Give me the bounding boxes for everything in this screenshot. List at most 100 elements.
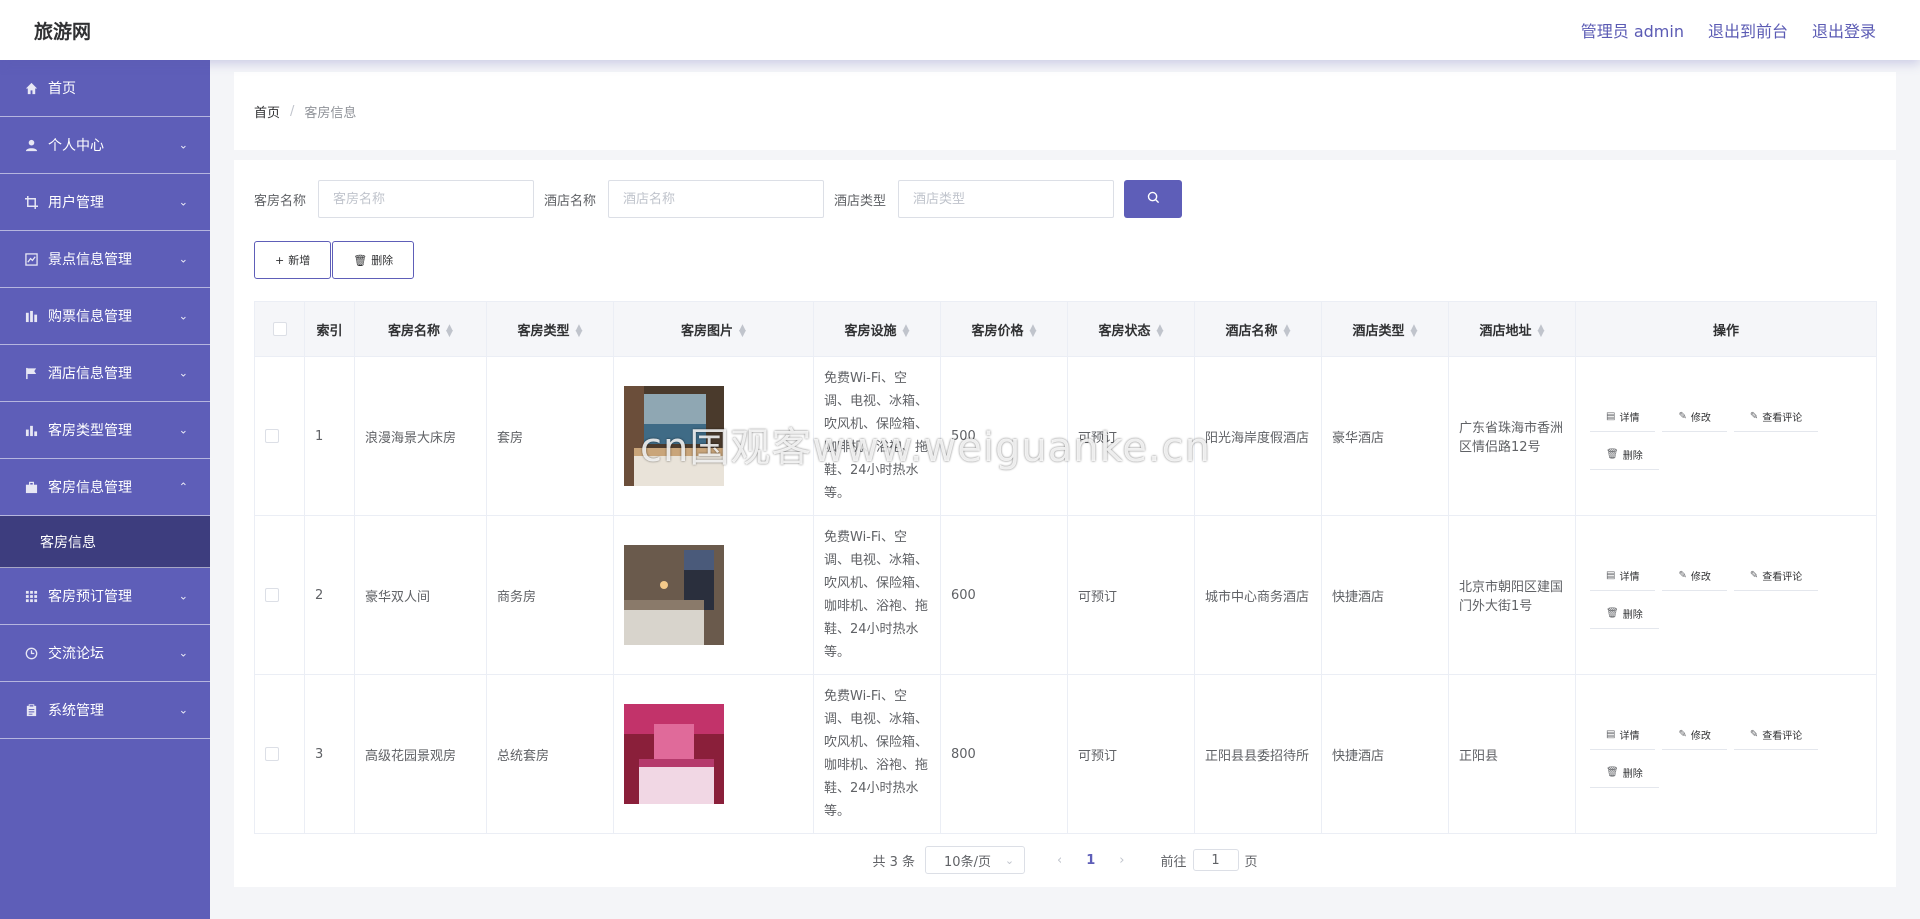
- room-table: 索引 客房名称 ▲ ▼ 客房类型 ▲ ▼ 客房图片 ▲ ▼ 客房设施 ▲ ▼ 客房价格 ▲ ▼ 客房…: [254, 301, 1877, 834]
- sidebar-item-home[interactable]: 首页: [0, 60, 210, 117]
- column-header[interactable]: 酒店地址 ▲ ▼: [1448, 301, 1576, 357]
- crop-icon: [24, 195, 38, 209]
- room-image[interactable]: [624, 545, 724, 645]
- breadcrumb-home[interactable]: 首页: [254, 102, 280, 121]
- sidebar-item-booking-management[interactable]: 客房预订管理 ⌄: [0, 568, 210, 625]
- room-type-cell: 套房: [486, 356, 614, 516]
- view-comments-button[interactable]: ✎ 查看评论: [1733, 720, 1819, 750]
- room-image[interactable]: [624, 704, 724, 804]
- chevron-down-icon: ⌄: [178, 309, 188, 323]
- search-button[interactable]: [1124, 180, 1183, 218]
- add-button-label: 新增: [288, 254, 311, 267]
- sidebar: 首页 个人中心 ⌄ 用户管理 ⌄ 景点信息管理 ⌄ 购票信息管理 ⌄ 酒店信息管…: [0, 60, 210, 919]
- column-header: 操作: [1575, 301, 1877, 357]
- sort-icon[interactable]: ▲ ▼: [1157, 324, 1164, 339]
- page-number[interactable]: 1: [1086, 853, 1095, 868]
- edit-icon: ✎: [1678, 729, 1687, 740]
- sidebar-item-room-type-management[interactable]: 客房类型管理 ⌄: [0, 402, 210, 459]
- address-cell: 广东省珠海市香洲区情侣路12号: [1448, 356, 1576, 516]
- hotel-type-input[interactable]: [898, 180, 1115, 218]
- edit-button[interactable]: ✎ 修改: [1662, 720, 1727, 750]
- view-comments-button[interactable]: ✎ 查看评论: [1733, 561, 1819, 591]
- column-header[interactable]: 客房设施 ▲ ▼: [813, 301, 941, 357]
- status-cell: 可预订: [1067, 674, 1195, 834]
- chevron-down-icon: ⌄: [178, 703, 188, 717]
- sidebar-item-forum[interactable]: 交流论坛 ⌄: [0, 625, 210, 682]
- edit-button[interactable]: ✎ 修改: [1662, 402, 1727, 432]
- column-header[interactable]: 客房状态 ▲ ▼: [1067, 301, 1195, 357]
- table-header-row: 索引 客房名称 ▲ ▼ 客房类型 ▲ ▼ 客房图片 ▲ ▼ 客房设施 ▲ ▼ 客房价格 ▲ ▼ 客房…: [254, 301, 1877, 357]
- facilities-cell: 免费Wi-Fi、空调、电视、冰箱、吹风机、保险箱、咖啡机、浴袍、拖鞋、24小时热…: [813, 356, 941, 516]
- sort-icon[interactable]: ▲ ▼: [1284, 324, 1291, 339]
- room-image[interactable]: [624, 386, 724, 486]
- room-name-label: 客房名称: [254, 193, 307, 209]
- sort-icon[interactable]: ▲ ▼: [1538, 324, 1545, 339]
- room-name-input[interactable]: [318, 180, 535, 218]
- plus-icon: +: [275, 253, 285, 267]
- submenu-item-room-info[interactable]: 客房信息: [0, 516, 210, 568]
- detail-button[interactable]: ▤ 详情: [1590, 720, 1656, 750]
- column-header[interactable]: 客房类型 ▲ ▼: [486, 301, 614, 357]
- sort-icon[interactable]: ▲ ▼: [576, 324, 583, 339]
- column-header[interactable]: 客房价格 ▲ ▼: [940, 301, 1068, 357]
- sidebar-item-label: 客房预订管理: [48, 589, 132, 605]
- sort-icon[interactable]: ▲ ▼: [903, 324, 910, 339]
- column-header[interactable]: 客房名称 ▲ ▼: [354, 301, 487, 357]
- detail-button[interactable]: ▤ 详情: [1590, 402, 1656, 432]
- trash-icon: 🗑: [1606, 767, 1619, 778]
- chevron-down-icon: ⌄: [178, 252, 188, 266]
- add-button[interactable]: + 新增: [254, 241, 332, 279]
- sidebar-item-room-info-management[interactable]: 客房信息管理 ⌃: [0, 459, 210, 516]
- column-header[interactable]: 客房图片 ▲ ▼: [613, 301, 814, 357]
- column-header[interactable]: 酒店名称 ▲ ▼: [1194, 301, 1322, 357]
- room-image-cell: [613, 356, 814, 516]
- sidebar-item-scenic-management[interactable]: 景点信息管理 ⌄: [0, 231, 210, 288]
- sidebar-item-system-management[interactable]: 系统管理 ⌄: [0, 682, 210, 739]
- detail-button[interactable]: ▤ 详情: [1590, 561, 1656, 591]
- facilities-cell: 免费Wi-Fi、空调、电视、冰箱、吹风机、保险箱、咖啡机、浴袍、拖鞋、24小时热…: [813, 515, 941, 675]
- hotel-name-cell: 阳光海岸度假酒店: [1194, 356, 1322, 516]
- goto-label: 前往: [1160, 854, 1187, 870]
- sidebar-item-label: 个人中心: [48, 138, 104, 154]
- trash-icon: 🗑: [1606, 608, 1619, 619]
- hotel-type-cell: 快捷酒店: [1321, 515, 1449, 675]
- row-checkbox[interactable]: [265, 588, 279, 602]
- prev-page-button[interactable]: ‹: [1057, 853, 1062, 868]
- sort-icon[interactable]: ▲ ▼: [1411, 324, 1418, 339]
- exit-to-front-link[interactable]: 退出到前台: [1708, 18, 1788, 42]
- hotel-name-input[interactable]: [608, 180, 825, 218]
- sort-icon[interactable]: ▲ ▼: [446, 324, 453, 339]
- sidebar-item-label: 客房信息管理: [48, 480, 132, 496]
- goto-page-input[interactable]: [1192, 849, 1239, 871]
- delete-button[interactable]: 🗑 删除: [1590, 440, 1659, 470]
- batch-delete-button[interactable]: 🗑 删除: [332, 241, 415, 279]
- sidebar-item-personal-center[interactable]: 个人中心 ⌄: [0, 117, 210, 174]
- chevron-down-icon: ⌄: [178, 366, 188, 380]
- breadcrumb: 首页 / 客房信息: [234, 72, 1896, 150]
- sidebar-item-ticket-management[interactable]: 购票信息管理 ⌄: [0, 288, 210, 345]
- breadcrumb-current: 客房信息: [304, 105, 357, 121]
- delete-button[interactable]: 🗑 删除: [1590, 599, 1659, 629]
- sidebar-item-user-management[interactable]: 用户管理 ⌄: [0, 174, 210, 231]
- page-size-select[interactable]: 10条/页 ⌄: [925, 846, 1026, 874]
- index-cell: 2: [304, 515, 355, 675]
- flag-icon: [24, 366, 38, 380]
- chevron-down-icon: ⌄: [178, 195, 188, 209]
- next-page-button[interactable]: ›: [1119, 853, 1124, 868]
- column-header[interactable]: 酒店类型 ▲ ▼: [1321, 301, 1449, 357]
- header-links: 管理员 admin 退出到前台 退出登录: [1581, 18, 1876, 42]
- admin-user-link[interactable]: 管理员 admin: [1581, 18, 1684, 42]
- delete-button[interactable]: 🗑 删除: [1590, 758, 1659, 788]
- sort-icon[interactable]: ▲ ▼: [1030, 324, 1037, 339]
- sort-icon[interactable]: ▲ ▼: [739, 324, 746, 339]
- edit-button[interactable]: ✎ 修改: [1662, 561, 1727, 591]
- view-comments-button[interactable]: ✎ 查看评论: [1733, 402, 1819, 432]
- select-all-checkbox[interactable]: [272, 322, 287, 336]
- row-checkbox[interactable]: [265, 429, 279, 443]
- row-select-cell: [254, 356, 305, 516]
- row-checkbox[interactable]: [265, 747, 279, 761]
- logout-link[interactable]: 退出登录: [1812, 18, 1876, 42]
- search-icon: [1147, 191, 1160, 208]
- chevron-down-icon: ⌄: [178, 589, 188, 603]
- sidebar-item-hotel-management[interactable]: 酒店信息管理 ⌄: [0, 345, 210, 402]
